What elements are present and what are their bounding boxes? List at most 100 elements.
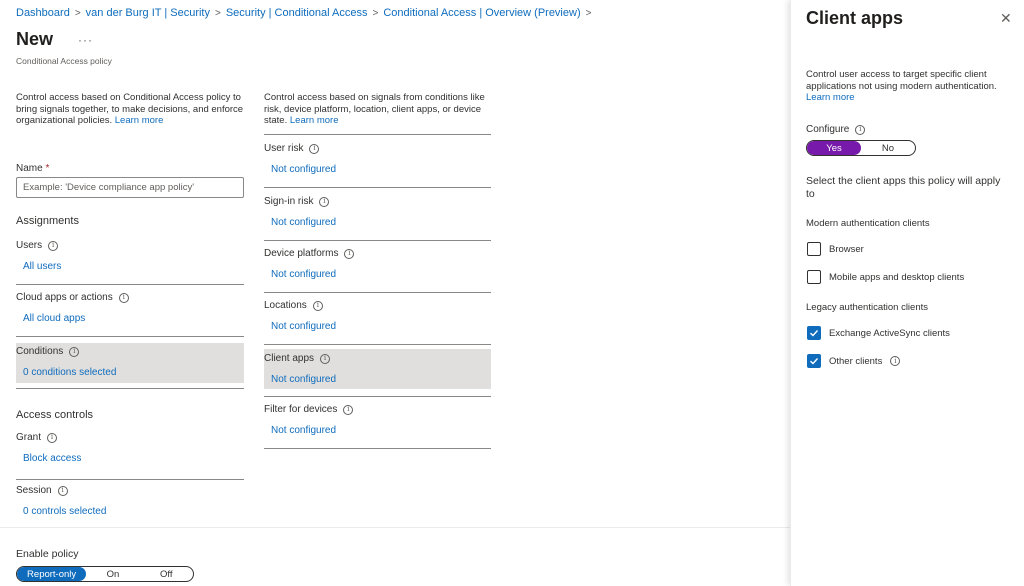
device-platforms-row[interactable]: Device platforms i Not configured <box>264 248 491 292</box>
conditions-learn-more-link[interactable]: Learn more <box>290 115 339 126</box>
cloud-apps-value-link[interactable]: All cloud apps <box>16 313 244 324</box>
configure-no-option[interactable]: No <box>861 141 915 155</box>
on-option[interactable]: On <box>86 567 139 581</box>
locations-value-link[interactable]: Not configured <box>264 321 491 332</box>
conditions-label: Conditions <box>16 346 64 357</box>
divider <box>16 388 244 389</box>
info-circle-icon[interactable]: i <box>312 300 323 311</box>
grant-value-link[interactable]: Block access <box>16 453 244 464</box>
divider <box>16 284 244 285</box>
breadcrumb-ca-overview[interactable]: Conditional Access | Overview (Preview) <box>383 7 580 19</box>
mobile-desktop-label: Mobile apps and desktop clients <box>829 271 965 283</box>
user-risk-label: User risk <box>264 143 304 154</box>
divider <box>264 344 491 345</box>
user-risk-value-link[interactable]: Not configured <box>264 164 491 175</box>
breadcrumb-tenant-security[interactable]: van der Burg IT | Security <box>86 7 210 19</box>
info-circle-icon[interactable]: i <box>309 143 320 154</box>
configure-yes-option[interactable]: Yes <box>807 141 861 155</box>
divider <box>264 448 491 449</box>
device-platforms-label: Device platforms <box>264 248 339 259</box>
breadcrumb-dashboard[interactable]: Dashboard <box>16 7 70 19</box>
client-apps-row[interactable]: Client apps i Not configured <box>264 349 491 389</box>
mobile-desktop-checkbox-row[interactable]: Mobile apps and desktop clients <box>807 270 964 284</box>
breadcrumb: Dashboard > van der Burg IT | Security >… <box>16 7 596 19</box>
info-circle-icon[interactable]: i <box>47 432 58 443</box>
filter-devices-row[interactable]: Filter for devices i Not configured <box>264 404 491 448</box>
conditions-value-link[interactable]: 0 conditions selected <box>16 367 244 378</box>
info-circle-icon[interactable]: i <box>57 485 68 496</box>
close-icon[interactable]: ✕ <box>1000 10 1012 27</box>
divider <box>16 479 244 480</box>
checkmark-icon <box>810 330 819 337</box>
info-circle-icon[interactable]: i <box>48 240 59 251</box>
users-row[interactable]: Users i All users <box>16 240 244 284</box>
select-client-apps-text: Select the client apps this policy will … <box>806 175 1001 200</box>
access-controls-heading: Access controls <box>16 409 94 421</box>
other-clients-checkbox-row[interactable]: Other clients i <box>807 354 901 368</box>
client-apps-value-link[interactable]: Not configured <box>264 374 491 385</box>
mobile-desktop-checkbox[interactable] <box>807 270 821 284</box>
device-platforms-value-link[interactable]: Not configured <box>264 269 491 280</box>
sign-in-risk-row[interactable]: Sign-in risk i Not configured <box>264 196 491 240</box>
grant-row[interactable]: Grant i Block access <box>16 432 244 476</box>
client-apps-label: Client apps <box>264 353 315 364</box>
conditions-description: Control access based on signals from con… <box>264 92 496 127</box>
name-label: Name * <box>16 163 49 174</box>
divider <box>16 336 244 337</box>
assignments-heading: Assignments <box>16 215 79 227</box>
exchange-activesync-checkbox[interactable] <box>807 326 821 340</box>
info-circle-icon[interactable]: i <box>319 196 330 207</box>
breadcrumb-security-ca[interactable]: Security | Conditional Access <box>226 7 368 19</box>
required-marker: * <box>45 163 50 174</box>
enable-policy-label: Enable policy <box>16 548 79 560</box>
info-circle-icon[interactable]: i <box>343 404 354 415</box>
policy-learn-more-link[interactable]: Learn more <box>115 115 164 126</box>
page-title: New <box>16 29 54 49</box>
sign-in-risk-label: Sign-in risk <box>264 196 314 207</box>
info-circle-icon[interactable]: i <box>855 124 866 135</box>
info-circle-icon[interactable]: i <box>344 248 355 259</box>
info-circle-icon[interactable]: i <box>890 356 901 366</box>
panel-title: Client apps <box>806 8 904 28</box>
divider <box>264 396 491 397</box>
info-circle-icon[interactable]: i <box>69 346 80 357</box>
info-circle-icon[interactable]: i <box>320 353 331 364</box>
enable-policy-toggle[interactable]: Report-only On Off <box>16 566 194 582</box>
more-options-icon[interactable]: ··· <box>78 33 93 47</box>
session-label: Session <box>16 485 52 496</box>
name-label-text: Name <box>16 163 43 174</box>
conditions-row[interactable]: Conditions i 0 conditions selected <box>16 343 244 383</box>
chevron-right-icon: > <box>215 7 221 19</box>
session-row[interactable]: Session i 0 controls selected <box>16 485 244 529</box>
configure-label-row: Configure i <box>806 124 866 135</box>
locations-row[interactable]: Locations i Not configured <box>264 300 491 344</box>
cloud-apps-label: Cloud apps or actions <box>16 292 113 303</box>
policy-name-input[interactable] <box>16 177 244 198</box>
session-value-link[interactable]: 0 controls selected <box>16 506 244 517</box>
filter-devices-value-link[interactable]: Not configured <box>264 425 491 436</box>
browser-checkbox[interactable] <box>807 242 821 256</box>
panel-learn-more-link[interactable]: Learn more <box>806 92 855 103</box>
page-subtitle: Conditional Access policy <box>16 56 112 66</box>
off-option[interactable]: Off <box>140 567 193 581</box>
footer-divider <box>0 527 790 528</box>
browser-label: Browser <box>829 243 864 255</box>
other-clients-label: Other clients <box>829 355 883 367</box>
user-risk-row[interactable]: User risk i Not configured <box>264 143 491 187</box>
modern-auth-heading: Modern authentication clients <box>806 218 930 229</box>
checkmark-icon <box>810 358 819 365</box>
grant-label: Grant <box>16 432 42 443</box>
browser-checkbox-row[interactable]: Browser <box>807 242 864 256</box>
other-clients-checkbox[interactable] <box>807 354 821 368</box>
exchange-activesync-checkbox-row[interactable]: Exchange ActiveSync clients <box>807 326 950 340</box>
cloud-apps-row[interactable]: Cloud apps or actions i All cloud apps <box>16 292 244 336</box>
configure-toggle[interactable]: Yes No <box>806 140 916 156</box>
sign-in-risk-value-link[interactable]: Not configured <box>264 217 491 228</box>
divider <box>264 187 491 188</box>
report-only-option[interactable]: Report-only <box>17 567 87 581</box>
exchange-activesync-label: Exchange ActiveSync clients <box>829 327 950 339</box>
panel-description: Control user access to target specific c… <box>806 69 1016 104</box>
chevron-right-icon: > <box>372 7 379 19</box>
users-value-link[interactable]: All users <box>16 261 244 272</box>
info-circle-icon[interactable]: i <box>118 292 129 303</box>
